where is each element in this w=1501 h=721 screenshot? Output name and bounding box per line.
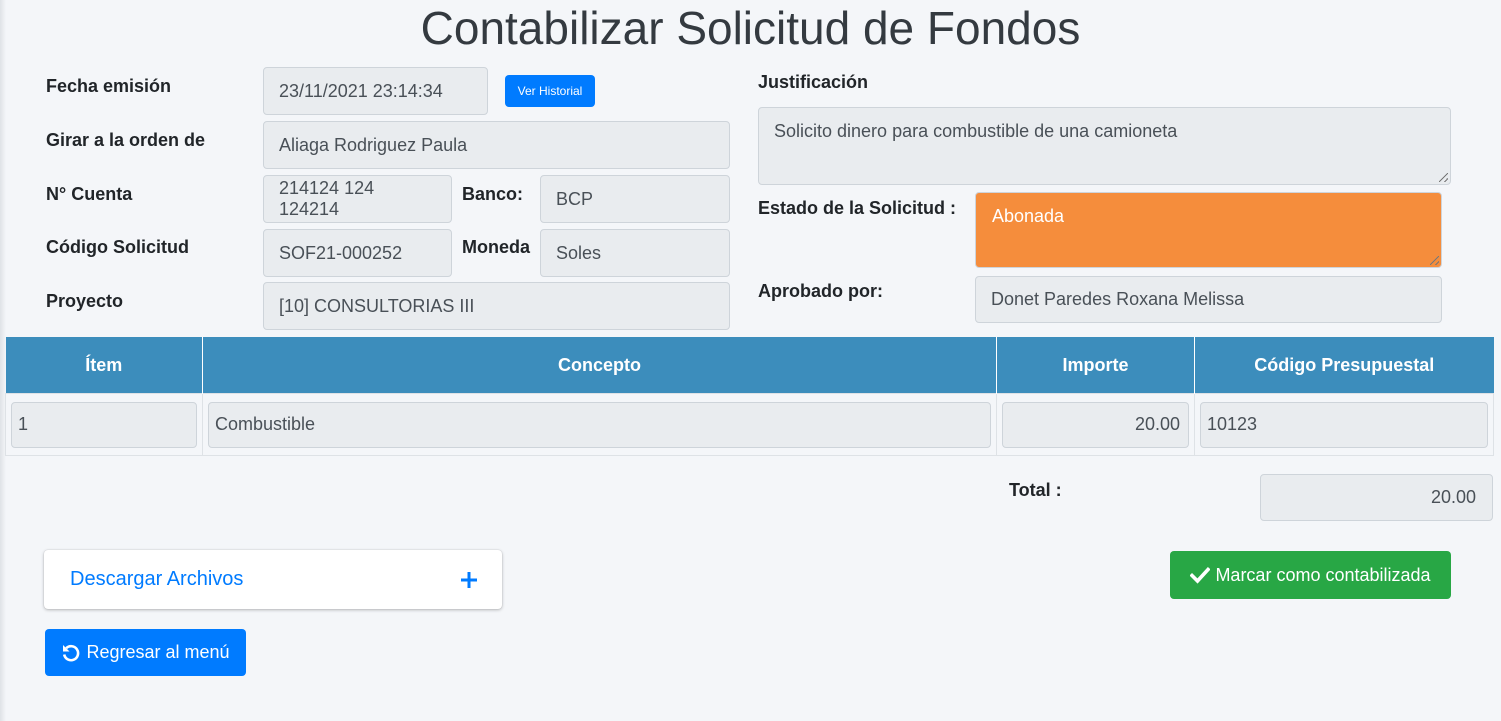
- resize-handle-icon[interactable]: [1430, 256, 1439, 265]
- codigo-label: Código Solicitud: [46, 237, 189, 257]
- moneda-label: Moneda: [462, 237, 531, 257]
- ver-historial-button[interactable]: Ver Historial: [505, 75, 595, 107]
- marcar-contabilizada-label: Marcar como contabilizada: [1215, 564, 1431, 585]
- fecha-label: Fecha emisión: [46, 76, 172, 96]
- girar-field[interactable]: Aliaga Rodriguez Paula: [263, 121, 730, 169]
- table-row: 1 Combustible 20.00 10123: [5, 393, 1494, 456]
- cell-codigo: 10123: [1194, 393, 1494, 456]
- items-table: Ítem Concepto Importe Código Presupuesta…: [5, 337, 1494, 456]
- girar-label: Girar a la orden de: [46, 130, 206, 150]
- codigo-presupuestal-field[interactable]: 10123: [1200, 401, 1488, 448]
- page-title: Contabilizar Solicitud de Fondos: [420, 2, 1081, 54]
- column-header-concepto: Concepto: [202, 337, 997, 394]
- marcar-contabilizada-button[interactable]: Marcar como contabilizada: [1170, 551, 1451, 599]
- concepto-field[interactable]: Combustible: [208, 401, 991, 448]
- aprobado-label: Aprobado por:: [758, 281, 883, 301]
- regresar-menu-button[interactable]: Regresar al menú: [45, 629, 246, 676]
- banco-label: Banco:: [462, 184, 524, 204]
- column-header-importe: Importe: [996, 337, 1195, 394]
- column-header-item: Ítem: [5, 337, 203, 394]
- codigo-field[interactable]: SOF21-000252: [263, 229, 452, 277]
- total-label: Total :: [1009, 480, 1062, 500]
- check-icon: [1190, 566, 1211, 584]
- undo-icon: [61, 643, 81, 663]
- plus-icon[interactable]: [460, 571, 478, 589]
- estado-label: Estado de la Solicitud :: [758, 198, 957, 218]
- item-field[interactable]: 1: [11, 401, 197, 448]
- justificacion-text: Solicito dinero para combustible de una …: [774, 121, 1178, 141]
- cell-item: 1: [5, 393, 203, 456]
- estado-text: Abonada: [992, 206, 1065, 226]
- resize-handle-icon[interactable]: [1439, 173, 1448, 182]
- cuenta-label: N° Cuenta: [46, 184, 133, 204]
- descargar-archivos-label: Descargar Archivos: [70, 568, 244, 590]
- proyecto-label: Proyecto: [46, 291, 124, 311]
- table-header-row: Ítem Concepto Importe Código Presupuesta…: [5, 337, 1494, 394]
- justificacion-label: Justificación: [758, 72, 869, 92]
- total-field[interactable]: 20.00: [1260, 474, 1493, 521]
- cell-concepto: Combustible: [202, 393, 997, 456]
- regresar-menu-label: Regresar al menú: [86, 642, 230, 662]
- column-header-codigo: Código Presupuestal: [1194, 337, 1494, 394]
- proyecto-field[interactable]: [10] CONSULTORIAS III: [263, 282, 730, 330]
- moneda-field[interactable]: Soles: [540, 229, 730, 277]
- cell-importe: 20.00: [996, 393, 1195, 456]
- descargar-archivos-card[interactable]: Descargar Archivos: [44, 550, 502, 609]
- cuenta-field[interactable]: 214124 124 124214: [263, 175, 452, 223]
- importe-field[interactable]: 20.00: [1002, 401, 1189, 448]
- aprobado-field[interactable]: Donet Paredes Roxana Melissa: [975, 276, 1442, 323]
- fecha-field[interactable]: 23/11/2021 23:14:34: [263, 67, 488, 115]
- estado-textarea[interactable]: Abonada: [975, 192, 1442, 268]
- justificacion-textarea[interactable]: Solicito dinero para combustible de una …: [758, 107, 1451, 185]
- banco-field[interactable]: BCP: [540, 175, 730, 223]
